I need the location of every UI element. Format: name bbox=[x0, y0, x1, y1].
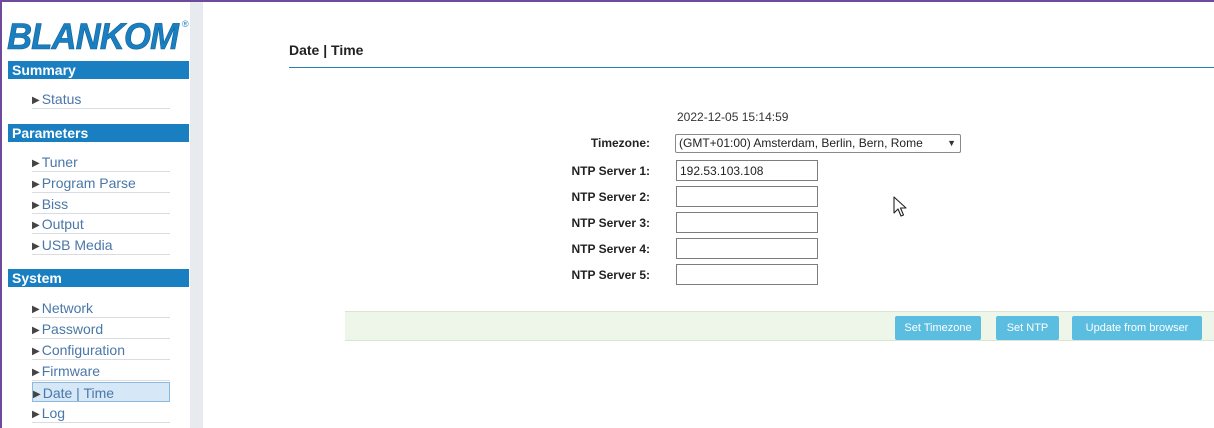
section-system: System bbox=[8, 269, 189, 287]
triangle-right-icon: ▶ bbox=[32, 95, 40, 106]
triangle-right-icon: ▶ bbox=[32, 367, 40, 378]
sidebar-item-program-parse[interactable]: ▶ Program Parse bbox=[32, 173, 170, 193]
sidebar-item-biss[interactable]: ▶ Biss bbox=[32, 194, 170, 214]
triangle-right-icon: ▶ bbox=[33, 389, 41, 400]
ntp-server-1-label: NTP Server 1: bbox=[571, 164, 651, 178]
triangle-right-icon: ▶ bbox=[32, 241, 40, 252]
sidebar-item-label: Output bbox=[41, 216, 84, 232]
sidebar-item-label: Date | Time bbox=[42, 385, 115, 401]
triangle-right-icon: ▶ bbox=[32, 346, 40, 357]
triangle-right-icon: ▶ bbox=[32, 304, 40, 315]
sidebar-item-label: Log bbox=[41, 405, 66, 421]
set-timezone-button[interactable]: Set Timezone bbox=[895, 316, 981, 340]
triangle-right-icon: ▶ bbox=[32, 220, 40, 231]
ntp-server-3-label: NTP Server 3: bbox=[571, 216, 651, 230]
ntp-server-3-input[interactable] bbox=[676, 212, 818, 233]
triangle-right-icon: ▶ bbox=[32, 179, 40, 190]
triangle-right-icon: ▶ bbox=[32, 158, 40, 169]
section-summary: Summary bbox=[8, 61, 189, 79]
timezone-selected-value: (GMT+01:00) Amsterdam, Berlin, Bern, Rom… bbox=[679, 136, 923, 150]
title-divider bbox=[289, 67, 1214, 68]
ntp-server-4-label: NTP Server 4: bbox=[571, 242, 651, 256]
sidebar-item-label: USB Media bbox=[41, 237, 113, 253]
sidebar-item-label: Tuner bbox=[41, 154, 78, 170]
sidebar-item-date-time[interactable]: ▶ Date | Time bbox=[32, 382, 170, 402]
sidebar-item-label: Network bbox=[41, 300, 94, 316]
sidebar-divider bbox=[190, 2, 203, 428]
sidebar-item-firmware[interactable]: ▶ Firmware bbox=[32, 361, 170, 381]
triangle-right-icon: ▶ bbox=[32, 409, 40, 420]
current-datetime: 2022-12-05 15:14:59 bbox=[677, 110, 789, 124]
update-from-browser-button[interactable]: Update from browser bbox=[1072, 316, 1202, 340]
page-title: Date | Time bbox=[289, 42, 364, 58]
mouse-pointer-icon bbox=[893, 196, 907, 217]
set-ntp-button[interactable]: Set NTP bbox=[996, 316, 1059, 340]
sidebar-item-tuner[interactable]: ▶ Tuner bbox=[32, 152, 170, 172]
section-parameters: Parameters bbox=[8, 124, 189, 142]
sidebar-item-label: Biss bbox=[41, 196, 69, 212]
ntp-server-2-input[interactable] bbox=[676, 186, 818, 207]
chevron-down-icon: ▼ bbox=[947, 138, 956, 148]
ntp-server-5-label: NTP Server 5: bbox=[571, 268, 651, 282]
triangle-right-icon: ▶ bbox=[32, 325, 40, 336]
sidebar-item-label: Password bbox=[41, 321, 104, 337]
sidebar-item-password[interactable]: ▶ Password bbox=[32, 319, 170, 339]
sidebar-item-log[interactable]: ▶ Log bbox=[32, 403, 170, 423]
logo-text: BLANKOM bbox=[7, 16, 180, 56]
ntp-server-1-input[interactable] bbox=[676, 160, 818, 181]
ntp-server-5-input[interactable] bbox=[676, 264, 818, 285]
sidebar-item-usb-media[interactable]: ▶ USB Media bbox=[32, 235, 170, 255]
triangle-right-icon: ▶ bbox=[32, 200, 40, 211]
sidebar-item-output[interactable]: ▶ Output bbox=[32, 214, 170, 234]
timezone-select[interactable]: (GMT+01:00) Amsterdam, Berlin, Bern, Rom… bbox=[675, 134, 961, 153]
sidebar-item-label: Program Parse bbox=[41, 175, 136, 191]
sidebar-item-network[interactable]: ▶ Network bbox=[32, 298, 170, 318]
registered-mark: ® bbox=[182, 19, 189, 29]
sidebar-item-label: Firmware bbox=[41, 363, 101, 379]
sidebar-item-configuration[interactable]: ▶ Configuration bbox=[32, 340, 170, 360]
blankom-logo: BLANKOM ® bbox=[7, 16, 189, 56]
sidebar-item-label: Status bbox=[41, 91, 82, 107]
sidebar-item-status[interactable]: ▶ Status bbox=[32, 89, 170, 109]
ntp-server-2-label: NTP Server 2: bbox=[571, 190, 651, 204]
sidebar-item-label: Configuration bbox=[41, 342, 125, 358]
ntp-server-4-input[interactable] bbox=[676, 238, 818, 259]
timezone-label: Timezone: bbox=[590, 136, 650, 150]
